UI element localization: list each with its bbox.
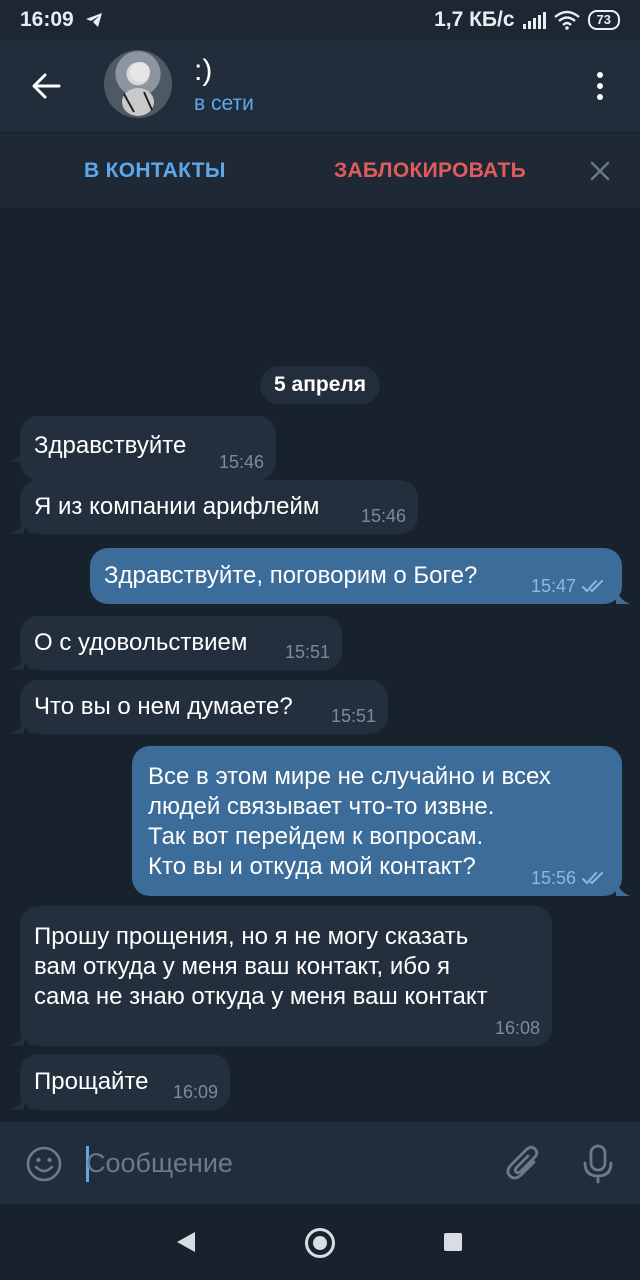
status-time: 16:09: [20, 8, 74, 31]
message-time: 15:46: [360, 506, 406, 526]
message-meta: 15:47: [531, 576, 608, 596]
avatar[interactable]: [104, 50, 172, 118]
more-menu-button[interactable]: [588, 68, 612, 104]
battery-indicator: 73: [587, 10, 620, 30]
message-input[interactable]: Сообщение: [86, 1148, 233, 1179]
block-user-button[interactable]: ЗАБЛОКИРОВАТЬ: [334, 159, 526, 183]
nav-home-icon[interactable]: [305, 1228, 335, 1258]
message-time: 16:08: [494, 1018, 540, 1038]
message-incoming[interactable]: Здравствуйте 15:46: [20, 416, 276, 480]
message-incoming[interactable]: Прощайте 16:09: [20, 1054, 230, 1110]
message-time: 15:51: [330, 706, 376, 726]
message-list: 5 апреля Здравствуйте 15:46 Я из компани…: [0, 208, 640, 1122]
signal-icon: [522, 11, 546, 29]
message-text: Прошу прощения, но я не могу сказать вам…: [34, 923, 488, 1010]
message-time: 15:46: [218, 452, 264, 472]
message-text: Здравствуйте: [34, 432, 187, 459]
message-outgoing[interactable]: Здравствуйте, поговорим о Боге? 15:47: [90, 548, 622, 604]
online-status: в сети: [194, 92, 254, 115]
message-text: Прощайте: [34, 1068, 149, 1095]
arrow-left-icon: [32, 73, 61, 99]
message-text: Здравствуйте, поговорим о Боге?: [104, 562, 478, 589]
date-separator: 5 апреля: [260, 366, 380, 404]
nav-back-icon[interactable]: [175, 1230, 197, 1254]
message-time: 15:56: [530, 868, 576, 888]
chat-title[interactable]: :): [194, 54, 212, 88]
contact-action-bar: В КОНТАКТЫ ЗАБЛОКИРОВАТЬ: [0, 132, 640, 208]
microphone-icon[interactable]: [580, 1144, 616, 1184]
add-contact-button[interactable]: В КОНТАКТЫ: [84, 159, 226, 183]
system-nav-bar: [0, 1204, 640, 1280]
message-text: Все в этом мире не случайно и всех людей…: [148, 763, 551, 880]
nav-recents-icon[interactable]: [444, 1233, 462, 1251]
close-icon[interactable]: [588, 159, 612, 183]
message-text: Я из компании арифлейм: [34, 493, 320, 520]
chat-header: :) в сети: [0, 40, 640, 132]
message-incoming[interactable]: Что вы о нем думаете? 15:51: [20, 680, 388, 734]
compose-bar: Сообщение: [0, 1122, 640, 1204]
telegram-icon: [85, 13, 102, 27]
message-text: О с удовольствием: [34, 629, 248, 656]
message-time: 16:09: [172, 1082, 218, 1102]
back-button[interactable]: [26, 66, 66, 106]
dot-icon: [597, 83, 603, 89]
attach-icon[interactable]: [504, 1144, 544, 1184]
emoji-icon[interactable]: [26, 1146, 62, 1182]
message-incoming[interactable]: Я из компании арифлейм 15:46: [20, 480, 418, 534]
dot-icon: [597, 72, 603, 78]
network-speed: 1,7 КБ/с: [434, 8, 515, 31]
double-check-icon: [582, 580, 603, 593]
message-meta: 15:56: [531, 868, 608, 888]
status-bar: 16:09 1,7 КБ/с 73: [0, 0, 640, 40]
message-text: Что вы о нем думаете?: [34, 693, 293, 720]
message-incoming[interactable]: Прошу прощения, но я не могу сказать вам…: [20, 906, 552, 1046]
message-outgoing[interactable]: Все в этом мире не случайно и всех людей…: [132, 746, 622, 896]
message-time: 15:51: [284, 642, 330, 662]
dot-icon: [597, 94, 603, 100]
wifi-icon: [553, 10, 580, 30]
message-incoming[interactable]: О с удовольствием 15:51: [20, 616, 342, 670]
avatar-image: [122, 62, 154, 116]
message-time: 15:47: [530, 576, 576, 596]
double-check-icon: [582, 872, 603, 885]
